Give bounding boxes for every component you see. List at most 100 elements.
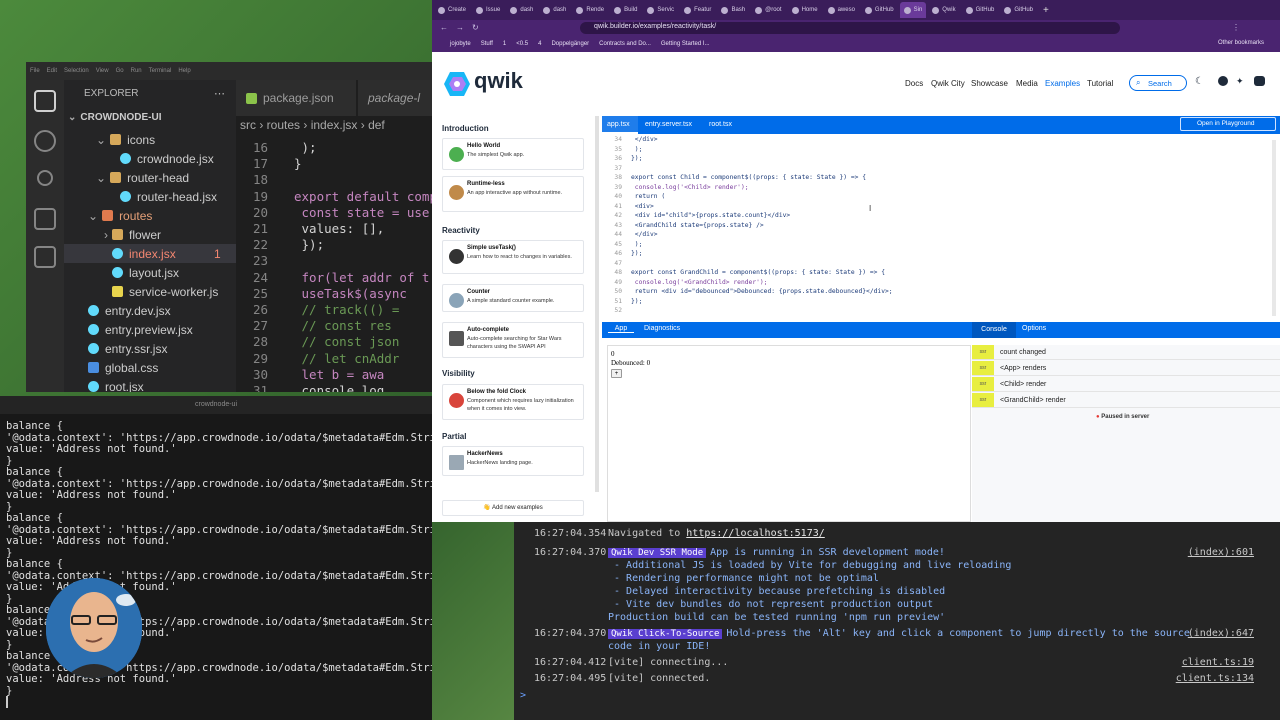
browser-tab[interactable]: GitHub (962, 2, 999, 18)
nav-qwik-city[interactable]: Qwik City (931, 79, 965, 88)
address-bar[interactable]: qwik.builder.io/examples/reactivity/task… (580, 22, 1120, 34)
example-card-hackernews[interactable]: HackerNews HackerNews landing page. (442, 446, 584, 476)
browser-tab[interactable]: dash (539, 2, 570, 18)
bookmark-item[interactable]: Doppelgänger (551, 41, 589, 47)
browser-tab[interactable]: Bash (717, 2, 749, 18)
tab-options[interactable]: Options (1022, 325, 1046, 332)
example-card-hello-world[interactable]: Hello World The simplest Qwik app. (442, 138, 584, 170)
tab-app-output[interactable]: App (608, 325, 634, 333)
tree-item-icons[interactable]: ⌄ icons (96, 130, 155, 149)
menu-view[interactable]: View (96, 68, 109, 74)
breadcrumb-routes[interactable]: routes (267, 118, 300, 132)
bookmark-item[interactable]: Stuff (481, 41, 493, 47)
menu-selection[interactable]: Selection (64, 68, 89, 74)
source-control-icon[interactable] (37, 170, 53, 186)
browser-tab[interactable]: Build (610, 2, 641, 18)
tree-item-layout[interactable]: layout.jsx (112, 263, 179, 282)
project-root[interactable]: ⌄ CROWDNODE-UI (68, 108, 162, 127)
add-new-examples-button[interactable]: 👋 Add new examples (442, 500, 584, 516)
run-debug-icon[interactable] (34, 208, 56, 230)
menu-edit[interactable]: Edit (47, 68, 57, 74)
increment-button[interactable]: + (611, 369, 622, 378)
forward-icon[interactable]: → (456, 23, 464, 32)
menu-help[interactable]: Help (178, 68, 190, 74)
tree-item-router-head[interactable]: router-head.jsx (120, 187, 217, 206)
menu-file[interactable]: File (30, 68, 40, 74)
nav-showcase[interactable]: Showcase (971, 79, 1008, 88)
browser-tab[interactable]: GitHub (861, 2, 898, 18)
browser-tab[interactable]: Home (788, 2, 822, 18)
tree-item-global-css[interactable]: global.css (88, 358, 158, 377)
bookmark-item[interactable]: 4 (538, 41, 541, 47)
tree-item-entry-dev[interactable]: entry.dev.jsx (88, 301, 171, 320)
bookmark-item[interactable]: 1 (503, 41, 506, 47)
github-icon[interactable] (1218, 76, 1228, 86)
browser-tab[interactable]: Issue (472, 2, 504, 18)
example-card-simple-usetask[interactable]: Simple useTask() Learn how to react to c… (442, 240, 584, 274)
discord-icon[interactable] (1254, 76, 1265, 86)
tab-package-json[interactable]: package.json (236, 80, 356, 116)
browser-tab[interactable]: dash (506, 2, 537, 18)
menu-terminal[interactable]: Terminal (149, 68, 172, 74)
tree-item-router-head-folder[interactable]: ⌄ router-head (96, 168, 189, 187)
tree-item-service-worker[interactable]: service-worker.js (112, 282, 218, 301)
nav-tutorial[interactable]: Tutorial (1087, 79, 1113, 88)
menu-run[interactable]: Run (131, 68, 142, 74)
reload-icon[interactable]: ↻ (472, 23, 479, 32)
example-card-runtime-less[interactable]: Runtime-less An app interactive app with… (442, 176, 584, 212)
more-actions-icon[interactable]: ⋯ (214, 84, 225, 103)
search-icon[interactable] (34, 130, 56, 152)
tab-app-tsx[interactable]: app.tsx (602, 116, 638, 134)
twitter-icon[interactable]: ✦ (1236, 76, 1244, 87)
devtools-console[interactable]: 16:27:04.354 Navigated to https://localho… (514, 522, 1280, 720)
code-scrollbar[interactable] (1272, 140, 1276, 316)
menu-go[interactable]: Go (116, 68, 124, 74)
console-prompt[interactable]: > (520, 690, 526, 701)
theme-toggle-icon[interactable]: ☾ (1195, 76, 1204, 87)
extensions-icon[interactable] (34, 246, 56, 268)
terminal-window[interactable]: crowdnode-ui balance { '@odata.context':… (0, 396, 432, 720)
browser-tab[interactable]: Qwik (928, 2, 959, 18)
bookmark-item[interactable]: Getting Started I... (661, 41, 710, 47)
tab-package-lock[interactable]: package-l (358, 80, 436, 116)
tab-console[interactable]: Console (972, 322, 1016, 338)
browser-tab[interactable]: Servic (643, 2, 678, 18)
navigated-link[interactable]: https://localhost:5173/ (686, 528, 824, 539)
bookmark-item[interactable]: Contracts and Do... (599, 41, 651, 47)
qwik-logo-text[interactable]: qwik (474, 68, 523, 94)
nav-media[interactable]: Media (1016, 79, 1038, 88)
message-source-link[interactable]: client.ts:19 (1182, 657, 1254, 670)
browser-tab[interactable]: Featur (680, 2, 715, 18)
menu-kebab-icon[interactable]: ⋮ (1232, 23, 1240, 32)
files-icon[interactable] (34, 90, 56, 112)
new-tab-icon[interactable]: + (1043, 5, 1049, 16)
tree-item-flower[interactable]: › flower (104, 225, 161, 244)
nav-examples[interactable]: Examples (1045, 79, 1080, 88)
tree-item-index-active[interactable]: index.jsx 1 (64, 244, 236, 263)
browser-tab[interactable]: aweso (824, 2, 859, 18)
browser-tab[interactable]: @root (751, 2, 785, 18)
tree-item-entry-ssr[interactable]: entry.ssr.jsx (88, 339, 167, 358)
message-source-link[interactable]: (index):647 (1188, 628, 1254, 641)
nav-docs[interactable]: Docs (905, 79, 923, 88)
other-bookmarks[interactable]: Other bookmarks (1218, 40, 1264, 46)
tree-item-crowdnode[interactable]: crowdnode.jsx (120, 149, 214, 168)
breadcrumb-src[interactable]: src (240, 118, 256, 132)
example-card-clock[interactable]: Below the fold Clock Component which req… (442, 384, 584, 420)
back-icon[interactable]: ← (440, 23, 448, 32)
tab-root-tsx[interactable]: root.tsx (709, 116, 732, 134)
example-card-counter[interactable]: Counter A simple standard counter exampl… (442, 284, 584, 312)
browser-tab[interactable]: GitHub (1000, 2, 1037, 18)
open-in-playground-button[interactable]: Open in Playground (1180, 117, 1276, 131)
tree-item-root[interactable]: root.jsx (88, 377, 144, 392)
breadcrumb-file[interactable]: index.jsx (311, 118, 358, 132)
sidebar-scrollbar[interactable] (595, 116, 599, 492)
browser-tab[interactable]: Create (434, 2, 470, 18)
breadcrumb-symbol[interactable]: def (368, 118, 385, 132)
tree-item-entry-preview[interactable]: entry.preview.jsx (88, 320, 193, 339)
tree-item-routes[interactable]: ⌄ routes (88, 206, 152, 225)
bookmark-item[interactable]: <0.5 (516, 41, 528, 47)
tab-entry-server[interactable]: entry.server.tsx (645, 116, 692, 134)
message-source-link[interactable]: (index):601 (1188, 547, 1254, 560)
qwik-logo-icon[interactable] (444, 70, 470, 98)
